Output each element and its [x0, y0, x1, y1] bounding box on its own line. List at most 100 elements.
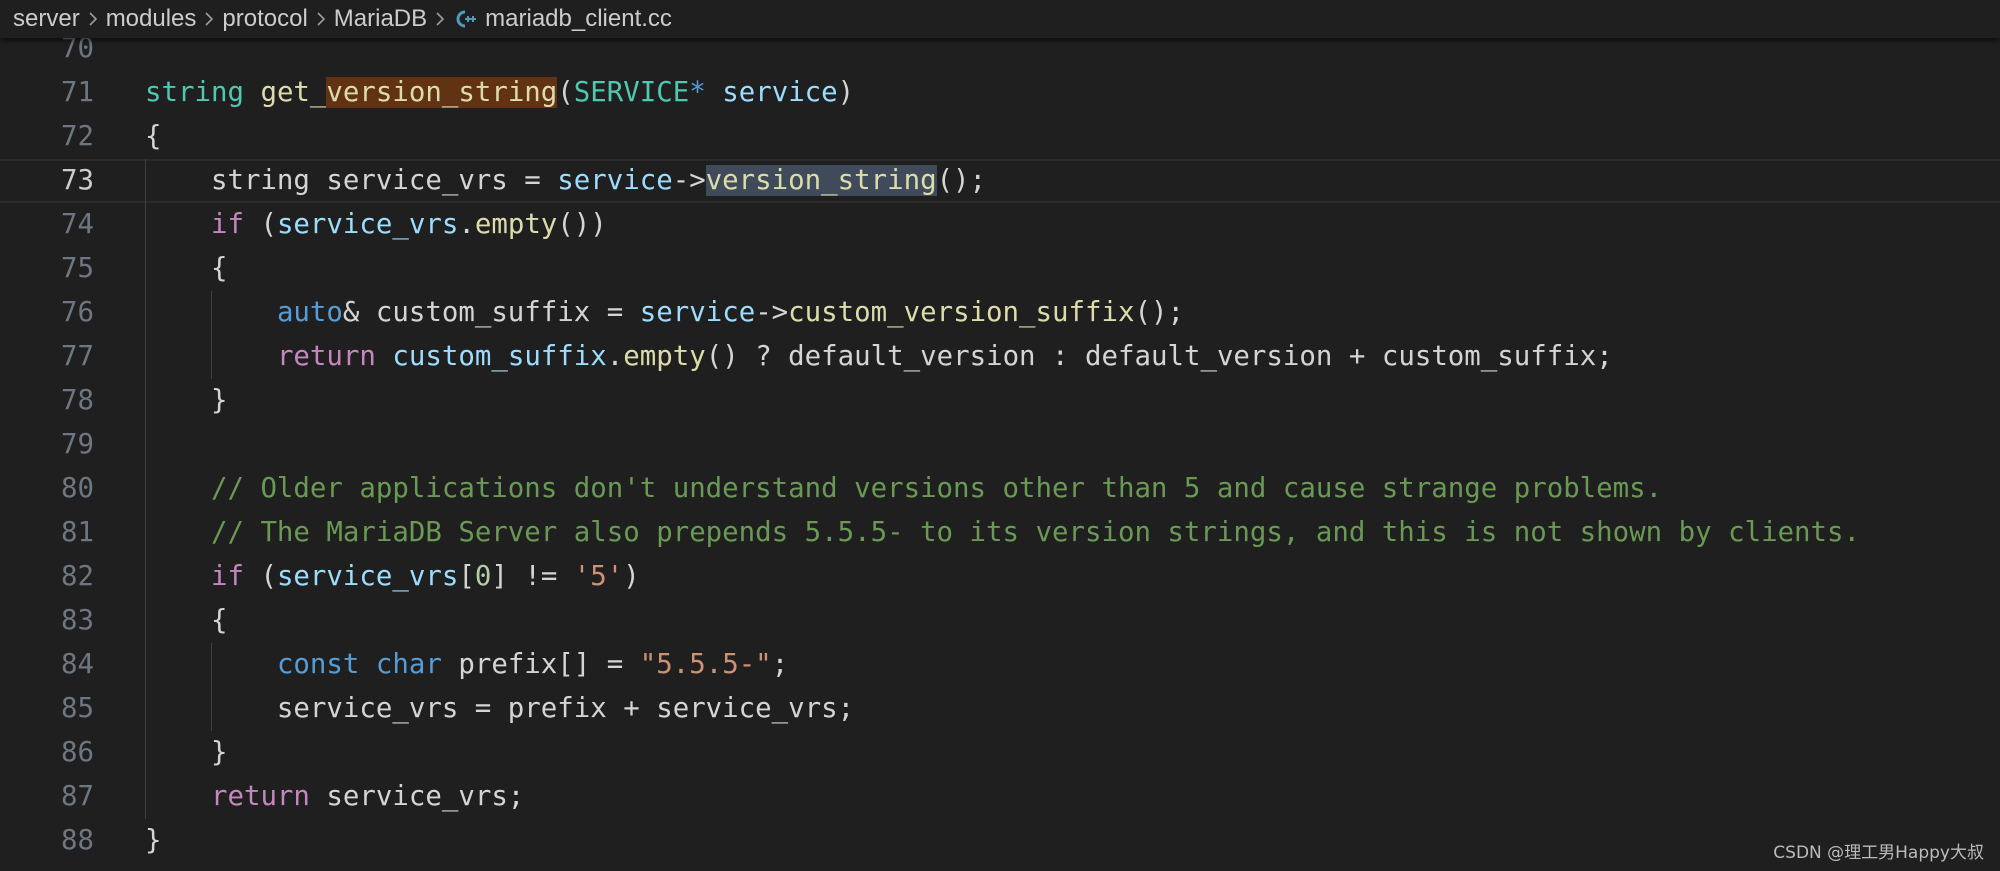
- code-token: "5.5.5-": [639, 649, 772, 680]
- code-line[interactable]: 85 service_vrs = prefix + service_vrs;: [0, 687, 2000, 731]
- code-line[interactable]: 78 }: [0, 379, 2000, 423]
- code-token: [: [458, 561, 475, 592]
- code-line[interactable]: 82 if (service_vrs[0] != '5'): [0, 555, 2000, 599]
- breadcrumb-item-modules[interactable]: modules: [106, 5, 197, 33]
- code-token: service_vrs: [276, 209, 459, 240]
- breadcrumb-item-file[interactable]: mariadb_client.cc: [485, 5, 672, 33]
- code-token: .: [458, 209, 475, 240]
- code-token: ] !=: [491, 561, 574, 592]
- code-token: return: [210, 781, 310, 812]
- code-token: version_string: [705, 165, 937, 196]
- code-token: () ? default_version : default_version +…: [705, 341, 1613, 372]
- code-line[interactable]: 73 string service_vrs = service->version…: [0, 159, 2000, 203]
- code-line[interactable]: 75 {: [0, 247, 2000, 291]
- code-line[interactable]: 71 string get_version_string(SERVICE* ser…: [0, 71, 2000, 115]
- line-number: 71: [61, 77, 94, 108]
- code-token: ();: [1134, 297, 1184, 328]
- code-line[interactable]: 87 return service_vrs;: [0, 775, 2000, 819]
- chevron-right-icon: [88, 11, 98, 27]
- code-text: // The MariaDB Server also prepends 5.5.…: [145, 511, 1860, 555]
- breadcrumb-item-protocol[interactable]: protocol: [222, 5, 307, 33]
- code-line[interactable]: 83 {: [0, 599, 2000, 643]
- code-line[interactable]: 76 auto& custom_suffix = service->custom…: [0, 291, 2000, 335]
- code-token: ->: [755, 297, 789, 328]
- code-token: version_string: [326, 77, 558, 108]
- code-token: prefix[] =: [441, 649, 640, 680]
- code-token: {: [145, 605, 228, 636]
- code-line[interactable]: 81 // The MariaDB Server also prepends 5…: [0, 511, 2000, 555]
- code-text: {: [145, 599, 228, 643]
- line-number: 78: [61, 385, 94, 416]
- code-token: ()): [557, 209, 607, 240]
- code-line[interactable]: 84 const char prefix[] = "5.5.5-";: [0, 643, 2000, 687]
- code-token: service_vrs;: [309, 781, 525, 812]
- code-token: {: [145, 121, 162, 152]
- code-token: service_vrs: [276, 561, 459, 592]
- code-line[interactable]: 77 return custom_suffix.empty() ? defaul…: [0, 335, 2000, 379]
- code-editor[interactable]: 70 71 string get_version_string(SERVICE* s…: [0, 0, 2000, 871]
- line-number: 84: [61, 649, 94, 680]
- code-text: }: [145, 731, 228, 775]
- code-token: service: [639, 297, 756, 328]
- code-text: if (service_vrs.empty()): [145, 203, 607, 247]
- chevron-right-icon: [435, 11, 445, 27]
- code-token: empty: [474, 209, 558, 240]
- code-token: }: [145, 737, 228, 768]
- indent-guide: [211, 291, 212, 379]
- code-token: SERVICE: [573, 77, 690, 108]
- code-token: {: [145, 253, 228, 284]
- code-line[interactable]: 86 }: [0, 731, 2000, 775]
- code-token: // The MariaDB Server also prepends 5.5.…: [210, 517, 1861, 548]
- chevron-right-icon: [316, 11, 326, 27]
- code-line[interactable]: 88}: [0, 819, 2000, 863]
- code-token: (: [557, 77, 574, 108]
- code-line[interactable]: 80 // Older applications don't understan…: [0, 467, 2000, 511]
- code-text: // Older applications don't understand v…: [145, 467, 1662, 511]
- code-text: {: [145, 115, 162, 159]
- code-text: }: [145, 819, 162, 863]
- code-token: string: [145, 77, 244, 108]
- code-text: const char prefix[] = "5.5.5-";: [145, 643, 788, 687]
- line-number: 82: [61, 561, 94, 592]
- code-token: ;: [771, 649, 789, 680]
- line-number: 81: [61, 517, 94, 548]
- code-token: }: [145, 825, 162, 856]
- chevron-right-icon: [204, 11, 214, 27]
- line-number: 72: [61, 121, 94, 152]
- code-token: .: [606, 341, 624, 372]
- code-text: string service_vrs = service->version_st…: [145, 161, 986, 201]
- code-token: get_: [260, 77, 327, 108]
- code-line[interactable]: 72 {: [0, 115, 2000, 159]
- line-number: 86: [61, 737, 94, 768]
- line-number: 79: [61, 429, 94, 460]
- breadcrumb-item-mariadb[interactable]: MariaDB: [334, 5, 427, 33]
- code-line[interactable]: 89: [0, 863, 2000, 871]
- code-token: service: [557, 165, 673, 196]
- code-token: 0: [474, 561, 492, 592]
- code-token: if: [210, 209, 244, 240]
- code-text: auto& custom_suffix = service->custom_ve…: [145, 291, 1184, 335]
- code-token: *: [689, 77, 706, 108]
- code-text: service_vrs = prefix + service_vrs;: [145, 687, 854, 731]
- code-line[interactable]: 79: [0, 423, 2000, 467]
- code-area[interactable]: 70 71 string get_version_string(SERVICE* s…: [0, 0, 2000, 871]
- breadcrumb-item-server[interactable]: server: [13, 5, 80, 33]
- code-line[interactable]: 74 if (service_vrs.empty()): [0, 203, 2000, 247]
- line-number: 74: [61, 209, 94, 240]
- code-text: if (service_vrs[0] != '5'): [145, 555, 640, 599]
- code-token: ();: [936, 165, 987, 196]
- code-token: custom_suffix: [392, 341, 607, 372]
- code-text: string get_version_string(SERVICE* servi…: [145, 71, 854, 115]
- code-token: ->: [672, 165, 706, 196]
- code-text: return custom_suffix.empty() ? default_v…: [145, 335, 1613, 379]
- line-number: 85: [61, 693, 94, 724]
- code-token: empty: [623, 341, 706, 372]
- line-number: 76: [61, 297, 94, 328]
